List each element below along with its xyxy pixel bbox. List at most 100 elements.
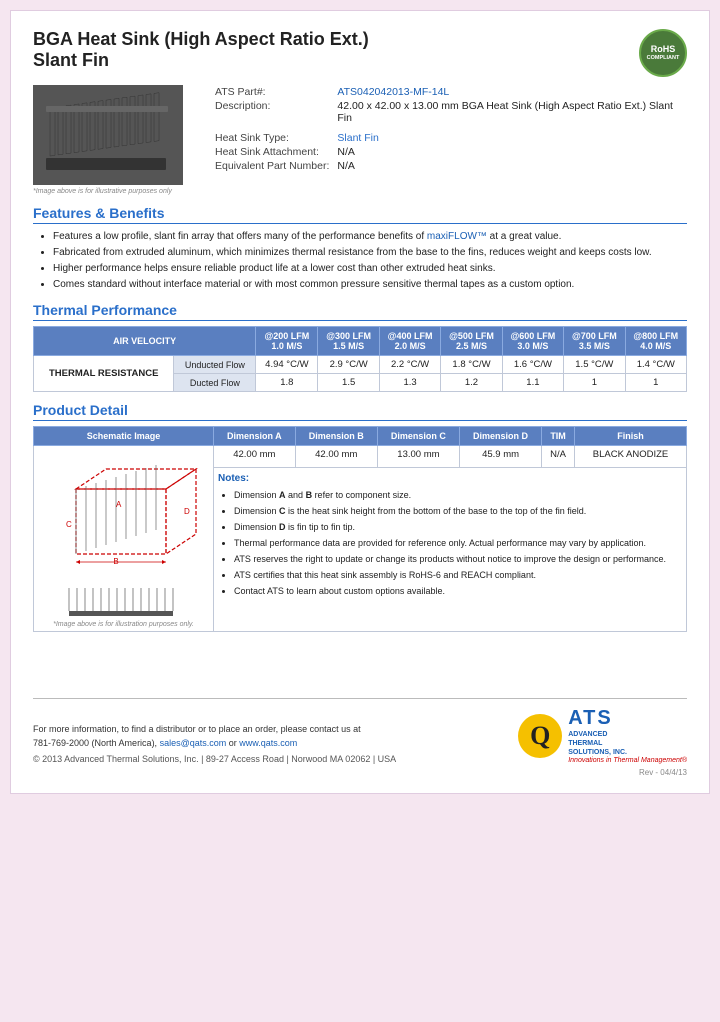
unducted-200: 4.94 °C/W bbox=[256, 356, 318, 374]
thermal-table-wrap: AIR VELOCITY @200 LFM1.0 M/S @300 LFM1.5… bbox=[33, 326, 687, 392]
ats-logo-text: ATS ADVANCEDTHERMALSOLUTIONS, INC. Innov… bbox=[568, 707, 687, 764]
product-image-box bbox=[33, 85, 183, 185]
thermal-table: AIR VELOCITY @200 LFM1.0 M/S @300 LFM1.5… bbox=[33, 326, 687, 392]
th-dimd: Dimension D bbox=[459, 427, 541, 446]
col-600lfm: @600 LFM3.0 M/S bbox=[502, 327, 563, 356]
ats-tagline: Innovations in Thermal Management® bbox=[568, 757, 687, 764]
rohs-text: RoHS bbox=[651, 44, 676, 55]
svg-text:D: D bbox=[184, 507, 190, 516]
page-container: BGA Heat Sink (High Aspect Ratio Ext.) S… bbox=[10, 10, 710, 794]
thermal-header-row: AIR VELOCITY @200 LFM1.0 M/S @300 LFM1.5… bbox=[34, 327, 687, 356]
type-value: Slant Fin bbox=[333, 131, 687, 145]
equiv-value: N/A bbox=[333, 159, 687, 173]
footer-contact-text: For more information, to find a distribu… bbox=[33, 722, 396, 751]
desc-value: 42.00 x 42.00 x 13.00 mm BGA Heat Sink (… bbox=[333, 99, 687, 125]
unducted-400: 2.2 °C/W bbox=[379, 356, 440, 374]
footer-phone: 781-769-2000 (North America), bbox=[33, 738, 157, 748]
val-dimd: 45.9 mm bbox=[459, 446, 541, 468]
note-5: ATS reserves the right to update or chan… bbox=[234, 553, 682, 567]
thermal-title: Thermal Performance bbox=[33, 302, 687, 321]
title-line2: Slant Fin bbox=[33, 50, 369, 71]
footer-email[interactable]: sales@qats.com bbox=[160, 738, 227, 748]
unducted-500: 1.8 °C/W bbox=[441, 356, 502, 374]
col-500lfm: @500 LFM2.5 M/S bbox=[441, 327, 502, 356]
feature-item-1: Features a low profile, slant fin array … bbox=[53, 229, 687, 244]
footer-contact-label: For more information, to find a distribu… bbox=[33, 724, 361, 734]
product-image-section: *Image above is for illustrative purpose… bbox=[33, 85, 193, 195]
notes-title: Notes: bbox=[218, 471, 682, 487]
footer-copyright: © 2013 Advanced Thermal Solutions, Inc. … bbox=[33, 754, 396, 764]
product-title: BGA Heat Sink (High Aspect Ratio Ext.) S… bbox=[33, 29, 369, 71]
ducted-200: 1.8 bbox=[256, 374, 318, 392]
detail-header-row: Schematic Image Dimension A Dimension B … bbox=[34, 427, 687, 446]
footer-left: For more information, to find a distribu… bbox=[33, 722, 396, 765]
spec-row-equiv: Equivalent Part Number: N/A bbox=[211, 159, 687, 173]
ats-name: ATS bbox=[568, 707, 687, 730]
svg-text:A: A bbox=[116, 500, 122, 509]
val-dimc: 13.00 mm bbox=[377, 446, 459, 468]
ducted-800: 1 bbox=[625, 374, 686, 392]
col-800lfm: @800 LFM4.0 M/S bbox=[625, 327, 686, 356]
feature-item-2: Fabricated from extruded aluminum, which… bbox=[53, 245, 687, 260]
schematic-caption: *Image above is for illustration purpose… bbox=[53, 621, 194, 628]
feature-item-3: Higher performance helps ensure reliable… bbox=[53, 261, 687, 276]
th-dimc: Dimension C bbox=[377, 427, 459, 446]
rohs-badge: RoHS COMPLIANT bbox=[639, 29, 687, 77]
header-section: BGA Heat Sink (High Aspect Ratio Ext.) S… bbox=[33, 29, 687, 77]
ducted-500: 1.2 bbox=[441, 374, 502, 392]
val-tim: N/A bbox=[542, 446, 575, 468]
ducted-300: 1.5 bbox=[318, 374, 379, 392]
thermal-row-unducted: THERMAL RESISTANCE Unducted Flow 4.94 °C… bbox=[34, 356, 687, 374]
attachment-value: N/A bbox=[333, 145, 687, 159]
spec-table: ATS Part#: ATS042042013-MF-14L Descripti… bbox=[211, 85, 687, 173]
air-velocity-header: AIR VELOCITY bbox=[34, 327, 256, 356]
th-tim: TIM bbox=[542, 427, 575, 446]
unducted-800: 1.4 °C/W bbox=[625, 356, 686, 374]
ats-logo: Q ATS ADVANCEDTHERMALSOLUTIONS, INC. Inn… bbox=[518, 707, 687, 764]
val-finish: BLACK ANODIZE bbox=[575, 446, 687, 468]
schematic-image-cell: B C A D bbox=[34, 446, 214, 632]
ducted-700: 1 bbox=[564, 374, 625, 392]
footer-website[interactable]: www.qats.com bbox=[239, 738, 297, 748]
footer-or: or bbox=[229, 738, 240, 748]
unducted-600: 1.6 °C/W bbox=[502, 356, 563, 374]
ducted-label: Ducted Flow bbox=[174, 374, 256, 392]
note-4: Thermal performance data are provided fo… bbox=[234, 537, 682, 551]
th-dimb: Dimension B bbox=[295, 427, 377, 446]
maxiflow-link: maxiFLOW™ bbox=[427, 231, 487, 242]
title-line1: BGA Heat Sink (High Aspect Ratio Ext.) bbox=[33, 29, 369, 50]
image-caption: *Image above is for illustrative purpose… bbox=[33, 188, 193, 195]
schematic-svg: B C A D bbox=[46, 449, 201, 579]
ats-q-letter: Q bbox=[530, 721, 550, 751]
features-title: Features & Benefits bbox=[33, 205, 687, 224]
col-700lfm: @700 LFM3.5 M/S bbox=[564, 327, 625, 356]
info-section: *Image above is for illustrative purpose… bbox=[33, 85, 687, 195]
th-finish: Finish bbox=[575, 427, 687, 446]
ats-full-name: ADVANCEDTHERMALSOLUTIONS, INC. bbox=[568, 730, 687, 757]
rohs-compliant: COMPLIANT bbox=[647, 55, 680, 62]
svg-text:C: C bbox=[66, 520, 72, 529]
spec-row-attachment: Heat Sink Attachment: N/A bbox=[211, 145, 687, 159]
unducted-300: 2.9 °C/W bbox=[318, 356, 379, 374]
val-dima: 42.00 mm bbox=[214, 446, 296, 468]
th-schematic: Schematic Image bbox=[34, 427, 214, 446]
notes-section: Notes: Dimension A and B refer to compon… bbox=[218, 471, 682, 599]
svg-text:B: B bbox=[113, 557, 118, 566]
feature-item-4: Comes standard without interface materia… bbox=[53, 277, 687, 292]
notes-list: Dimension A and B refer to component siz… bbox=[218, 489, 682, 599]
spec-row-part: ATS Part#: ATS042042013-MF-14L bbox=[211, 85, 687, 99]
ducted-600: 1.1 bbox=[502, 374, 563, 392]
part-value: ATS042042013-MF-14L bbox=[333, 85, 687, 99]
note-3: Dimension D is fin tip to fin tip. bbox=[234, 521, 682, 535]
val-dimb: 42.00 mm bbox=[295, 446, 377, 468]
heatsink-illustration bbox=[36, 88, 181, 183]
unducted-label: Unducted Flow bbox=[174, 356, 256, 374]
type-label: Heat Sink Type: bbox=[211, 131, 333, 145]
col-200lfm: @200 LFM1.0 M/S bbox=[256, 327, 318, 356]
notes-cell: Notes: Dimension A and B refer to compon… bbox=[214, 467, 687, 631]
ats-logo-circle: Q bbox=[518, 714, 562, 758]
product-specs: ATS Part#: ATS042042013-MF-14L Descripti… bbox=[211, 85, 687, 195]
schematic-inner: B C A D bbox=[38, 449, 209, 628]
ducted-400: 1.3 bbox=[379, 374, 440, 392]
note-2: Dimension C is the heat sink height from… bbox=[234, 505, 682, 519]
